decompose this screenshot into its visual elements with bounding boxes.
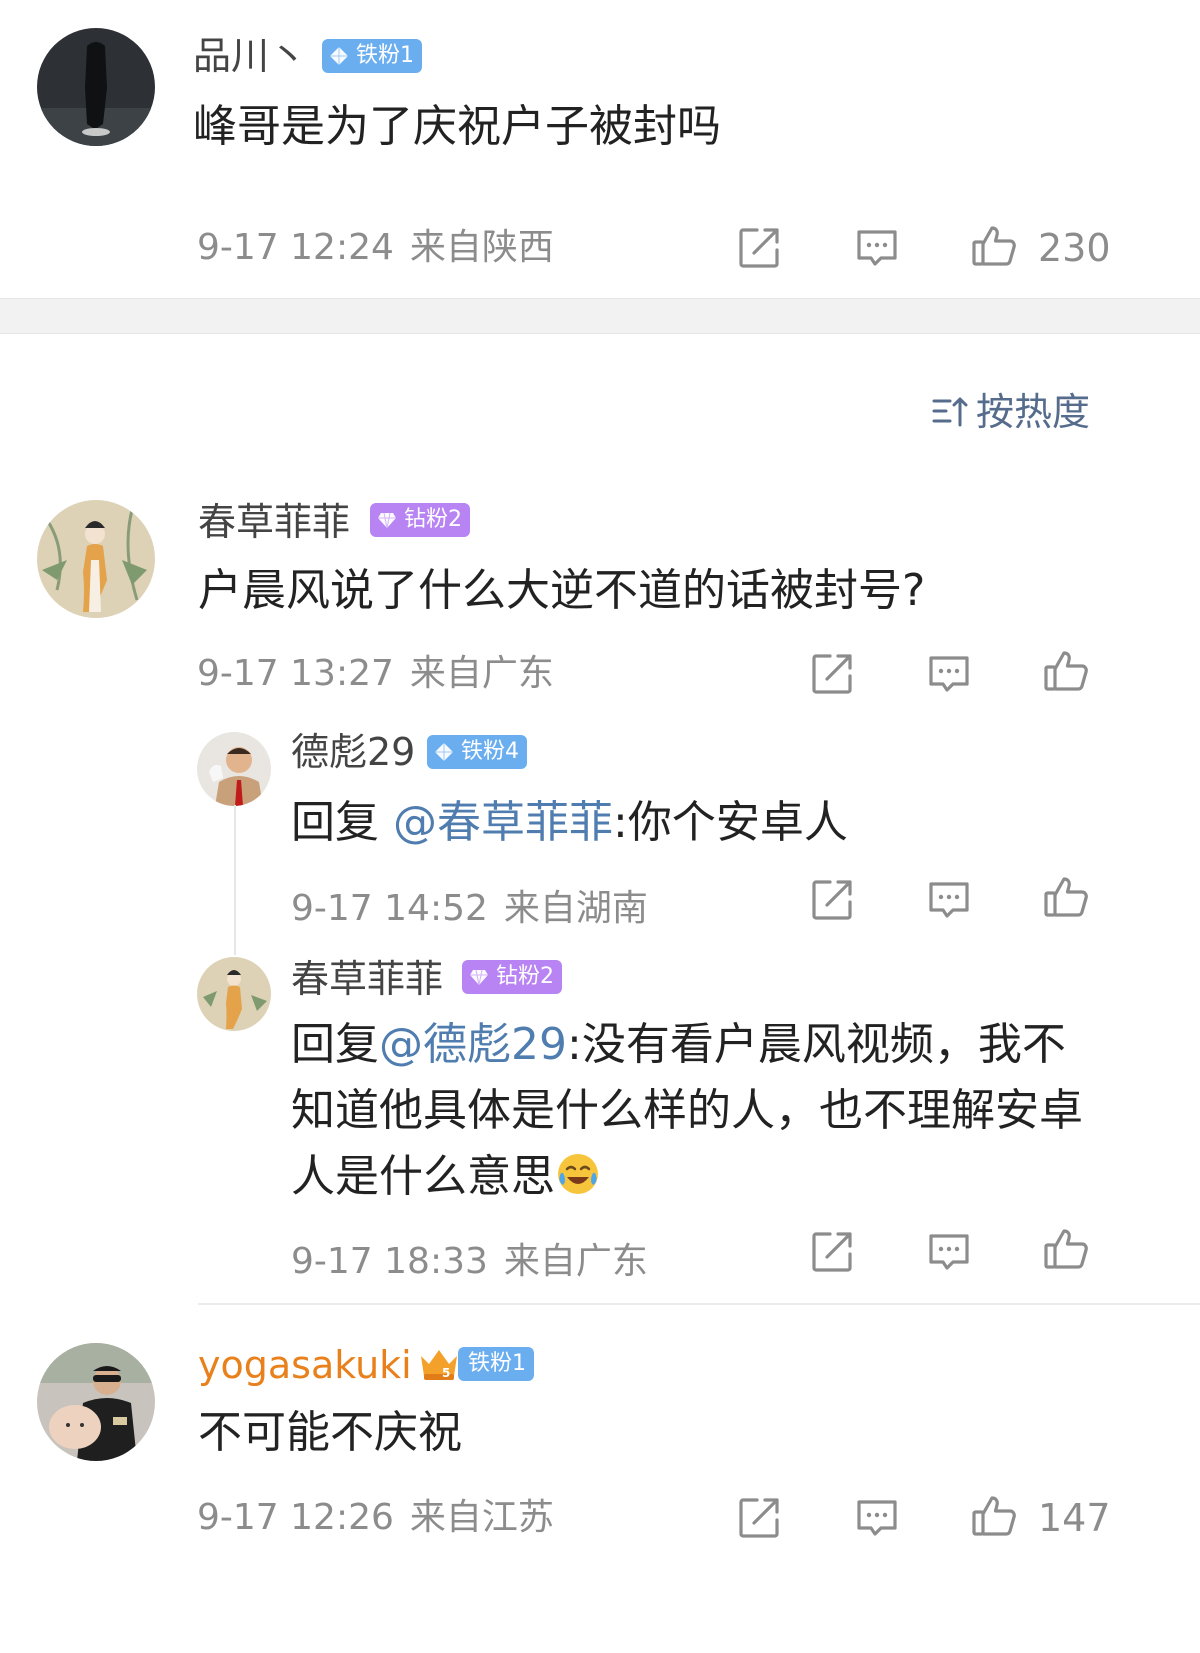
comment-icon[interactable] [925, 876, 973, 924]
share-icon[interactable] [808, 1228, 856, 1276]
comment-meta: 9-17 13:27 来自广东 [197, 654, 554, 694]
sort-icon [932, 397, 968, 427]
thumbs-up-icon[interactable] [1042, 873, 1090, 921]
reply-location: 来自湖南 [503, 888, 648, 929]
share-icon[interactable] [808, 876, 856, 924]
fan-badge: 铁粉4 [427, 735, 527, 769]
comment-icon[interactable] [853, 224, 901, 272]
username[interactable]: yogasakuki [198, 1343, 412, 1387]
avatar[interactable] [197, 957, 271, 1031]
diamond-icon [329, 46, 349, 66]
reply-meta: 9-17 18:33 来自广东 [291, 1242, 648, 1282]
comment-icon[interactable] [925, 650, 973, 698]
reply-time: 9-17 18:33 [291, 1241, 488, 1282]
comment-time: 9-17 12:26 [197, 1497, 394, 1538]
reply-text: 回复 @春草菲菲:你个安卓人 [291, 790, 848, 856]
comment-time: 9-17 12:24 [197, 227, 394, 268]
thread-line [234, 805, 236, 955]
thumbs-up-icon[interactable] [970, 222, 1018, 270]
fan-badge: 铁粉1 [322, 39, 422, 73]
avatar[interactable] [197, 732, 271, 806]
comment-text: 不可能不庆祝 [198, 1407, 462, 1458]
thumbs-up-icon[interactable] [1042, 1225, 1090, 1273]
gem-icon [469, 967, 489, 987]
fan-badge: 铁粉1 [458, 1347, 534, 1381]
fan-badge: 钻粉2 [462, 960, 562, 994]
avatar[interactable] [37, 500, 155, 618]
reply-text: 回复@德彪29:没有看户晨风视频，我不知道他具体是什么样的人，也不理解安卓人是什… [291, 1012, 1106, 1210]
fan-badge: 钻粉2 [370, 503, 470, 537]
reply-location: 来自广东 [503, 1241, 648, 1282]
comment-time: 9-17 13:27 [197, 653, 394, 694]
username[interactable]: 品川丶 [193, 34, 307, 78]
reply-meta: 9-17 14:52 来自湖南 [291, 889, 648, 929]
thumbs-up-icon[interactable] [1042, 647, 1090, 695]
diamond-icon [434, 742, 454, 762]
like-count: 230 [1038, 226, 1111, 270]
comment-icon[interactable] [853, 1494, 901, 1542]
badge-label: 钻粉2 [404, 507, 462, 532]
share-icon[interactable] [735, 224, 783, 272]
sort-label: 按热度 [975, 390, 1090, 434]
avatar[interactable] [37, 1343, 155, 1461]
like-count: 147 [1038, 1496, 1111, 1540]
comment-icon[interactable] [925, 1228, 973, 1276]
reply-body: :你个安卓人 [613, 797, 848, 848]
comment-location: 来自广东 [409, 653, 554, 694]
comment-text: 峰哥是为了庆祝户子被封吗 [193, 101, 721, 152]
username[interactable]: 春草菲菲 [198, 500, 350, 544]
comment-divider [198, 1303, 1200, 1305]
comment-text: 户晨风说了什么大逆不道的话被封号? [198, 565, 926, 616]
share-icon[interactable] [735, 1494, 783, 1542]
vip-crown-icon: 5 [418, 1344, 460, 1382]
reply-prefix: 回复 [291, 797, 393, 848]
comment-meta: 9-17 12:24 来自陕西 [197, 228, 554, 268]
comment-meta: 9-17 12:26 来自江苏 [197, 1498, 554, 1538]
mention-link[interactable]: @德彪29 [379, 1019, 567, 1070]
section-divider [0, 298, 1200, 334]
avatar[interactable] [37, 28, 155, 146]
badge-label: 铁粉1 [356, 43, 414, 68]
username[interactable]: 春草菲菲 [291, 957, 443, 1001]
username[interactable]: 德彪29 [291, 730, 415, 774]
laughing-tears-emoji-icon [558, 1154, 598, 1194]
comment-location: 来自陕西 [409, 227, 554, 268]
badge-label: 钻粉2 [496, 964, 554, 989]
comment-location: 来自江苏 [409, 1497, 554, 1538]
badge-label: 铁粉1 [468, 1351, 526, 1376]
gem-icon [377, 510, 397, 530]
mention-link[interactable]: @春草菲菲 [393, 797, 613, 848]
reply-prefix: 回复 [291, 1019, 379, 1070]
badge-label: 铁粉4 [461, 739, 519, 764]
sort-button[interactable]: 按热度 [932, 390, 1090, 434]
svg-text:5: 5 [442, 1366, 450, 1380]
thumbs-up-icon[interactable] [970, 1492, 1018, 1540]
reply-time: 9-17 14:52 [291, 888, 488, 929]
share-icon[interactable] [808, 650, 856, 698]
